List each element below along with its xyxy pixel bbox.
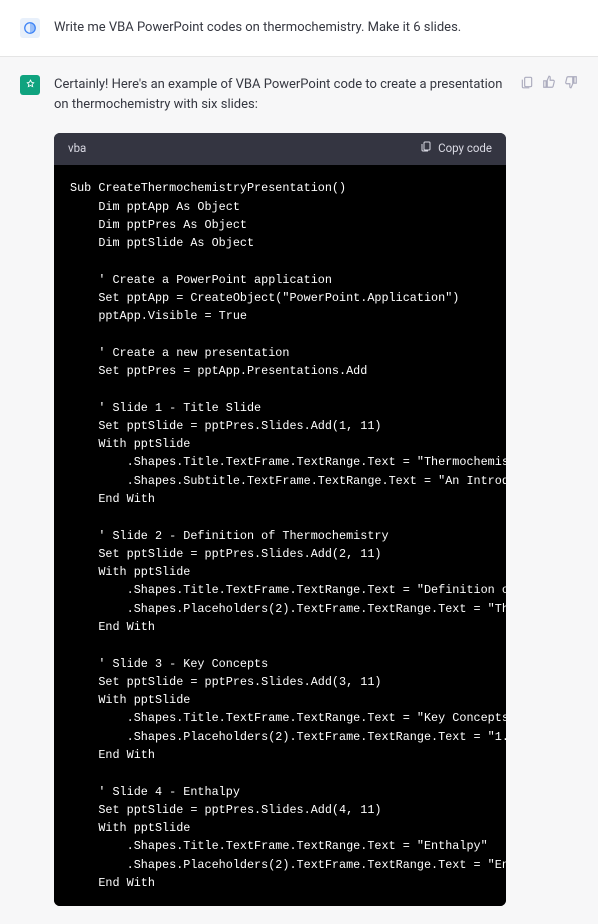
assistant-intro-text: Certainly! Here's an example of VBA Powe… xyxy=(54,75,506,115)
copy-code-label: Copy code xyxy=(438,140,492,158)
assistant-avatar xyxy=(20,75,40,95)
user-message-text: Write me VBA PowerPoint codes on thermoc… xyxy=(54,18,578,38)
user-message: Write me VBA PowerPoint codes on thermoc… xyxy=(0,0,598,57)
code-language-label: vba xyxy=(68,140,86,158)
copy-message-icon[interactable] xyxy=(520,75,534,93)
copy-code-button[interactable]: Copy code xyxy=(420,140,492,158)
assistant-message: Certainly! Here's an example of VBA Powe… xyxy=(0,57,598,924)
user-avatar xyxy=(20,18,40,38)
thumbs-up-icon[interactable] xyxy=(542,75,556,93)
clipboard-icon xyxy=(420,140,432,158)
code-content[interactable]: Sub CreateThermochemistryPresentation() … xyxy=(54,165,506,906)
thumbs-down-icon[interactable] xyxy=(564,75,578,93)
code-block: vba Copy code Sub CreateThermochemistryP… xyxy=(54,133,506,906)
message-actions xyxy=(520,75,578,906)
code-header: vba Copy code xyxy=(54,133,506,165)
